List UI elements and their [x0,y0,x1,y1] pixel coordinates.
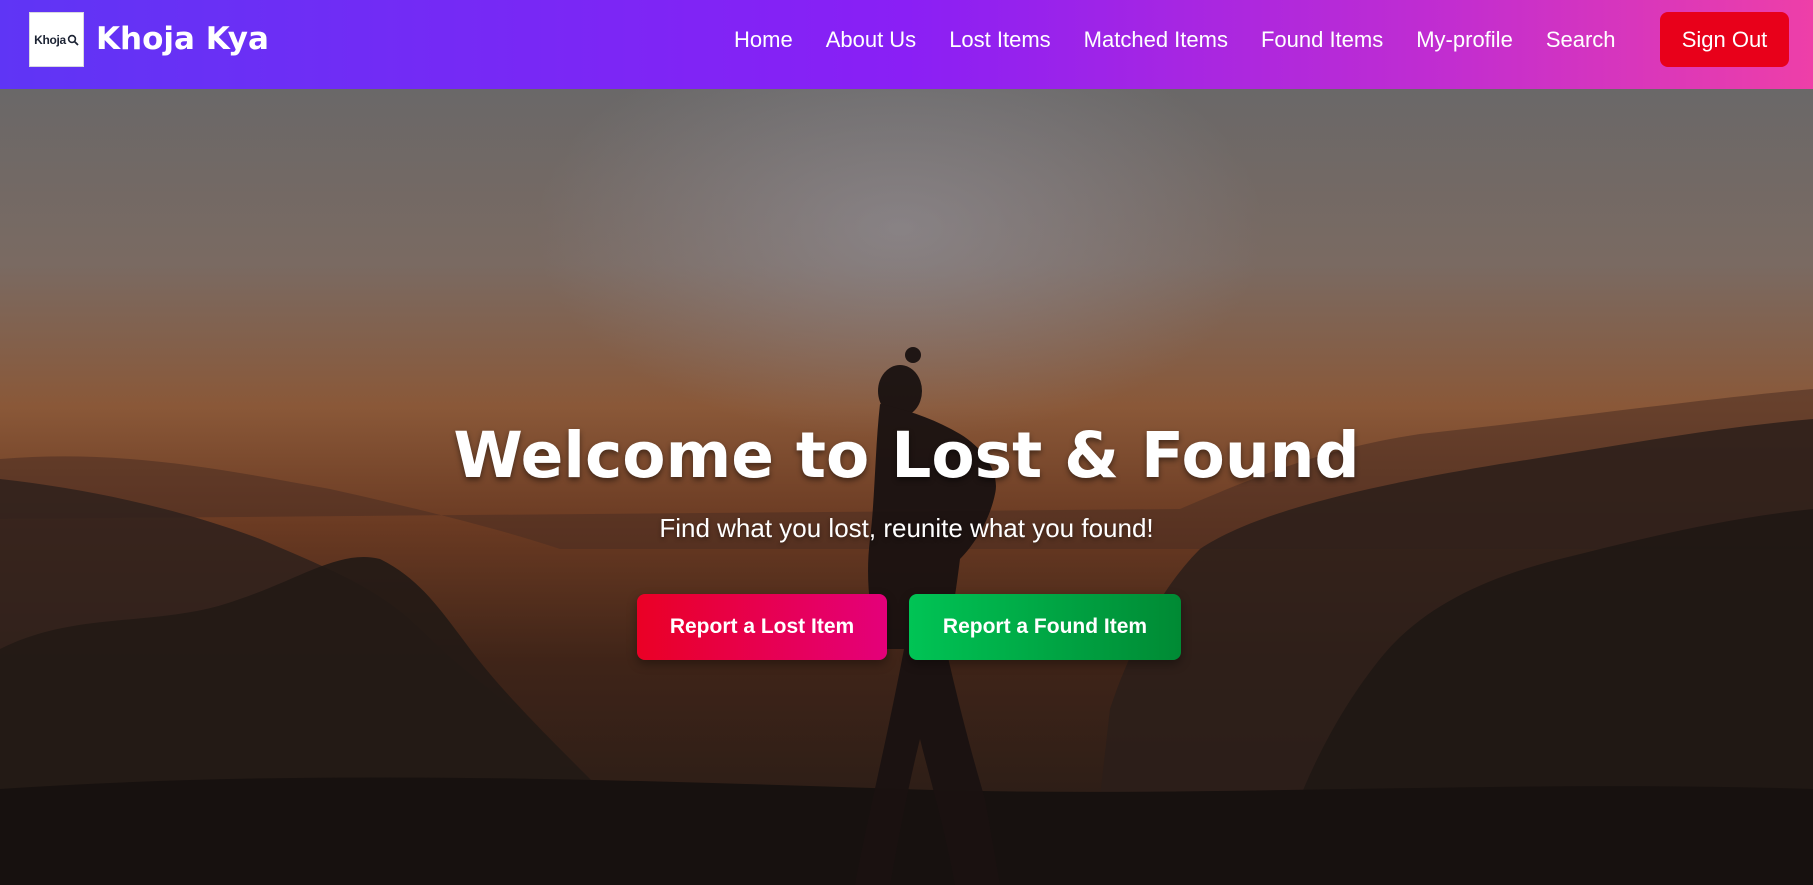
navbar: Khoja Khoja Kya Home About Us Lost Items… [0,0,1813,89]
report-found-item-button[interactable]: Report a Found Item [909,594,1181,660]
nav-search[interactable]: Search [1546,27,1616,53]
nav-home[interactable]: Home [734,27,793,53]
nav-found-items[interactable]: Found Items [1261,27,1383,53]
nav-matched-items[interactable]: Matched Items [1084,27,1228,53]
nav-links: Home About Us Lost Items Matched Items F… [734,0,1649,80]
brand-name[interactable]: Khoja Kya [96,21,269,57]
hero-title: Welcome to Lost & Found [453,419,1360,492]
magnifier-icon [67,34,79,46]
logo-text: Khoja [34,32,66,47]
report-lost-item-button[interactable]: Report a Lost Item [637,594,887,660]
nav-my-profile[interactable]: My-profile [1416,27,1513,53]
nav-about-us[interactable]: About Us [826,27,917,53]
hero-subtitle: Find what you lost, reunite what you fou… [659,513,1154,543]
hero-section: Welcome to Lost & Found Find what you lo… [0,89,1813,885]
sign-out-button[interactable]: Sign Out [1660,12,1789,67]
nav-lost-items[interactable]: Lost Items [949,27,1050,53]
logo[interactable]: Khoja [29,12,84,67]
